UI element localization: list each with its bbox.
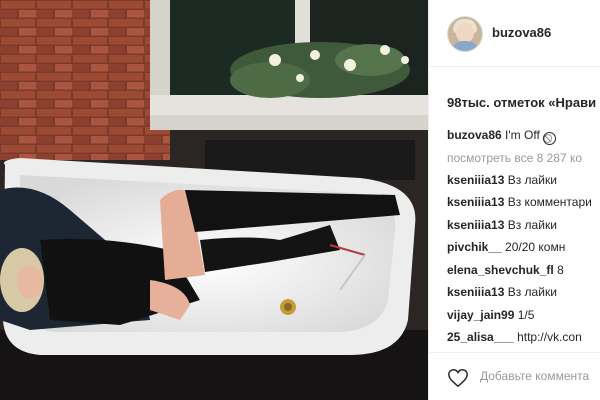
comment-text: Вз лайки xyxy=(507,172,557,187)
avatar-body xyxy=(451,41,479,51)
comment-username[interactable]: kseniiia13 xyxy=(447,195,504,209)
post-header: buzova86 xyxy=(429,0,600,67)
comment-username[interactable]: 25_alisa___ xyxy=(447,330,514,344)
comment-text: Вз лайки xyxy=(507,285,557,299)
caption-username[interactable]: buzova86 xyxy=(447,128,502,142)
comment-username[interactable]: kseniiia13 xyxy=(447,285,504,299)
comment-username[interactable]: kseniiia13 xyxy=(447,218,504,232)
add-comment-input[interactable]: Добавьте коммента xyxy=(480,369,589,383)
comment-item: kseniiia13 Вз лайки xyxy=(447,169,600,192)
view-all-comments-link[interactable]: посмотреть все 8 287 ко xyxy=(447,148,600,169)
comment-text: 8 xyxy=(557,262,564,277)
comment-item: elena_shevchuk_fl 8 xyxy=(447,259,600,282)
avatar[interactable] xyxy=(447,16,483,52)
plant-decoration xyxy=(230,42,410,98)
photo-image xyxy=(0,0,428,400)
comment-item: kseniiia13 Вз комментари xyxy=(447,191,600,214)
comment-text: Вз комментари xyxy=(507,195,592,209)
comment-text: 1/5 xyxy=(517,307,535,322)
comment-username[interactable]: vijay_jain99 xyxy=(447,308,514,322)
comment-item: vijay_jain99 1/5 xyxy=(447,304,600,327)
comment-composer: Добавьте коммента xyxy=(429,352,600,400)
comment-username[interactable]: kseniiia13 xyxy=(447,173,504,187)
post-sidebar: buzova86 98тыс. отметок «Нрави buzova86 … xyxy=(429,0,600,400)
post-caption: buzova86 I'm Off ⃠ xyxy=(447,124,600,147)
no-entry-icon: ⃠ xyxy=(543,132,557,145)
comment-link[interactable]: http://vk.con xyxy=(517,330,582,344)
post-author-username[interactable]: buzova86 xyxy=(492,25,551,40)
post-photo[interactable] xyxy=(0,0,428,400)
comment-item: kseniiia13 Вз лайки xyxy=(447,281,600,304)
avatar-face xyxy=(456,23,474,43)
comment-text: 20/20 комн xyxy=(505,240,566,254)
comments-list: buzova86 I'm Off ⃠ посмотреть все 8 287 … xyxy=(447,124,600,349)
comment-item: 25_alisa___ http://vk.con xyxy=(447,326,600,349)
comment-item: pivchik__ 20/20 комн xyxy=(447,236,600,259)
likes-count[interactable]: 98тыс. отметок «Нрави xyxy=(447,95,596,110)
comment-text: Вз лайки xyxy=(507,217,557,232)
comment-username[interactable]: elena_shevchuk_fl xyxy=(447,263,554,277)
comment-username[interactable]: pivchik__ xyxy=(447,240,502,254)
heart-icon[interactable] xyxy=(447,367,469,389)
comment-item: kseniiia13 Вз лайки xyxy=(447,214,600,237)
caption-text: I'm Off xyxy=(505,128,540,142)
